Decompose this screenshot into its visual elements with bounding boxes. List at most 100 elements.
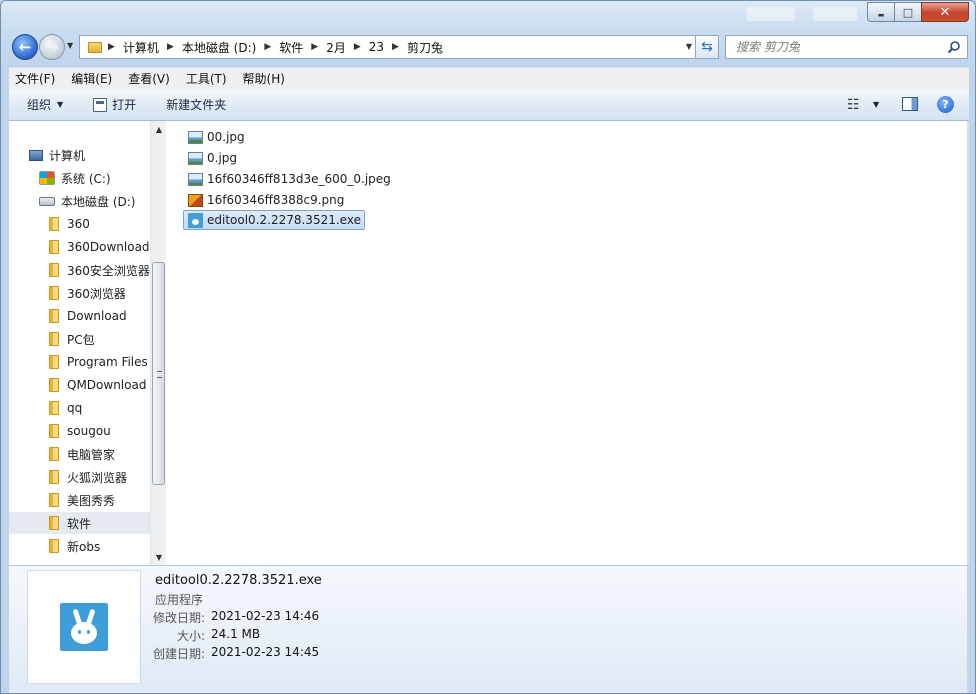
open-button[interactable]: 打开 (93, 96, 136, 113)
file-item[interactable]: 16f60346ff8388c9.png (184, 190, 347, 210)
help-icon[interactable]: ? (937, 96, 954, 113)
search-icon[interactable] (947, 40, 961, 54)
breadcrumb-software[interactable]: 软件 ▶ (279, 39, 326, 56)
tree-item-folder[interactable]: 360安全浏览器 (49, 259, 150, 281)
view-options-icon[interactable]: ☷ (847, 97, 860, 113)
view-dropdown-icon[interactable]: ▼ (873, 100, 879, 109)
tree-item-label: 软件 (67, 516, 92, 531)
hard-drive-icon (39, 196, 55, 206)
maximize-icon: □ (902, 5, 914, 19)
details-file-type: 应用程序 (155, 593, 204, 607)
folder-icon (49, 424, 59, 438)
tree-item-drive-c[interactable]: 系统 (C:) (39, 167, 111, 189)
details-edge (967, 566, 969, 693)
tree-item-folder[interactable]: Program Files (49, 351, 148, 373)
tree-item-label: 360安全浏览器 (67, 263, 150, 278)
folder-icon (49, 309, 59, 323)
details-value: 2021-02-23 14:46 (211, 609, 320, 623)
tree-item-folder[interactable]: 软件 (9, 512, 150, 534)
organize-button[interactable]: 组织 ▼ (27, 96, 63, 113)
tree-item-folder[interactable]: 360 (49, 213, 90, 235)
organize-label: 组织 (27, 98, 52, 112)
tree-item-folder[interactable]: 360Download (49, 236, 150, 258)
tree-item-computer[interactable]: 计算机 (29, 144, 85, 166)
tree-item-folder[interactable]: sougou (49, 420, 111, 442)
maximize-button[interactable]: □ (894, 2, 922, 22)
folder-icon (49, 332, 59, 346)
new-folder-button[interactable]: 新建文件夹 (166, 96, 226, 113)
refresh-button[interactable]: ⇆ (695, 35, 719, 59)
tree-item-folder[interactable]: 新obs (49, 535, 100, 557)
folder-icon (49, 286, 59, 300)
file-item[interactable]: 0.jpg (184, 148, 240, 168)
details-label: 创建日期: (152, 647, 205, 661)
file-item[interactable]: editool0.2.2278.3521.exe (183, 210, 365, 230)
tree-item-label: 计算机 (49, 148, 86, 163)
tree-item-drive-d[interactable]: 本地磁盘 (D:) (39, 190, 135, 212)
address-bar[interactable]: ▶ 计算机 ▶ 本地磁盘 (D:) ▶ 软件 ▶ 2月 ▶ 23 ▶ 剪刀兔 ▼ (79, 35, 719, 59)
details-label: 大小: (176, 629, 205, 643)
title-bar-blur (747, 7, 795, 21)
tree-item-folder[interactable]: Download (49, 305, 127, 327)
menu-help[interactable]: 帮助(H) (243, 70, 285, 87)
tree-item-folder[interactable]: qq (49, 397, 82, 419)
breadcrumb-drive-d[interactable]: 本地磁盘 (D:) ▶ (182, 39, 279, 56)
folder-icon (49, 263, 59, 277)
file-item[interactable]: 00.jpg (184, 127, 248, 147)
menu-tools[interactable]: 工具(T) (186, 70, 227, 87)
open-icon (93, 97, 108, 112)
details-label: 修改日期: (152, 611, 205, 625)
explorer-window: ▬ □ ✕ ← → ▼ ▶ 计算机 ▶ 本地磁盘 (D:) ▶ 软件 ▶ 2月 ▶ 23… (0, 0, 976, 694)
preview-pane-icon[interactable] (902, 97, 918, 111)
tree-item-folder[interactable]: 360浏览器 (49, 282, 126, 304)
file-item[interactable]: 16f60346ff813d3e_600_0.jpeg (184, 169, 394, 189)
grip-icon (157, 371, 162, 378)
details-file-name: editool0.2.2278.3521.exe (155, 573, 322, 588)
details-created-row: 创建日期: 2021-02-23 14:45 (95, 645, 319, 662)
file-name: 00.jpg (207, 130, 245, 144)
image-file-icon (188, 151, 203, 165)
tree-item-label: QMDownload (67, 378, 147, 392)
menu-file[interactable]: 文件(F) (15, 70, 55, 87)
breadcrumb-root-arrow[interactable]: ▶ (108, 42, 123, 52)
folder-icon (49, 539, 59, 553)
recent-pages-dropdown-icon[interactable]: ▼ (67, 41, 73, 50)
tree-item-folder[interactable]: PC包 (49, 328, 95, 350)
new-folder-label: 新建文件夹 (166, 98, 227, 112)
tree-item-folder[interactable]: 火狐浏览器 (49, 466, 127, 488)
tree-item-folder[interactable]: 电脑管家 (49, 443, 115, 465)
chevron-down-icon: ▼ (57, 100, 64, 109)
navigation-scrollbar[interactable]: ▲ ▼ (150, 121, 166, 565)
file-list-edge (967, 121, 969, 565)
tree-item-folder[interactable]: 美图秀秀 (49, 489, 115, 511)
close-button[interactable]: ✕ (921, 2, 969, 22)
details-modified-row: 修改日期: 2021-02-23 14:46 (95, 609, 319, 626)
details-value: 2021-02-23 14:45 (211, 645, 320, 659)
search-input[interactable] (736, 40, 936, 54)
scrollbar-thumb[interactable] (152, 262, 165, 485)
breadcrumb-computer[interactable]: 计算机 ▶ (123, 39, 182, 56)
breadcrumb-current-folder[interactable]: 剪刀兔 (407, 39, 443, 56)
scroll-down-icon[interactable]: ▼ (151, 549, 167, 565)
back-button[interactable]: ← (12, 34, 38, 60)
title-bar-blur (813, 7, 857, 21)
folder-icon (49, 217, 59, 231)
search-box[interactable] (725, 35, 968, 59)
image-file-icon (188, 193, 203, 207)
folder-icon (88, 41, 102, 53)
menu-view[interactable]: 查看(V) (128, 70, 170, 87)
scroll-up-icon[interactable]: ▲ (151, 121, 167, 137)
menu-edit[interactable]: 编辑(E) (71, 70, 112, 87)
address-dropdown-icon[interactable]: ▼ (686, 42, 692, 51)
forward-button[interactable]: → (39, 34, 65, 60)
tree-item-folder[interactable]: QMDownload (49, 374, 146, 396)
file-list[interactable]: 00.jpg 0.jpg 16f60346ff813d3e_600_0.jpeg 16… (166, 121, 969, 565)
file-name: 16f60346ff8388c9.png (207, 193, 345, 207)
minimize-button[interactable]: ▬ (867, 2, 895, 22)
tree-item-label: qq (67, 401, 83, 415)
breadcrumb-23[interactable]: 23 ▶ (369, 40, 407, 54)
navigation-pane[interactable]: 计算机 系统 (C:) 本地磁盘 (D:) 360 360Download 360安… (9, 121, 166, 565)
menu-bar: 文件(F) 编辑(E) 查看(V) 工具(T) 帮助(H) (9, 67, 969, 89)
folder-icon (49, 493, 59, 507)
breadcrumb-february[interactable]: 2月 ▶ (326, 39, 369, 56)
